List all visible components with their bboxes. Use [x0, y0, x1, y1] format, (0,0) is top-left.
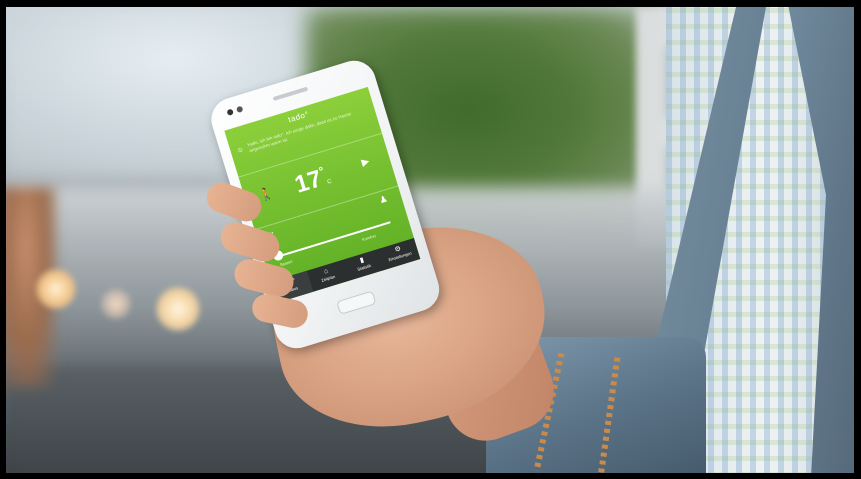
bokeh-light — [156, 287, 200, 331]
temperature-display: 17°C — [292, 162, 334, 199]
temperature-suffix: C — [326, 178, 333, 186]
bokeh-light — [101, 289, 131, 319]
slider-left-label: Sparen — [279, 258, 294, 268]
photo: tado° ☺ Hallo, ich bin tado°. Ich sorge … — [6, 7, 854, 473]
slider-right-label: Komfort — [361, 233, 377, 243]
home-button[interactable] — [336, 290, 377, 315]
image-frame: tado° ☺ Hallo, ich bin tado°. Ich sorge … — [0, 0, 861, 479]
user-icon: ♟ — [378, 193, 389, 206]
info-icon: ☺ — [235, 146, 245, 155]
camera-icon — [226, 108, 234, 116]
bokeh-light — [36, 269, 76, 309]
play-icon[interactable]: ▶ — [360, 156, 371, 169]
sensor-icon — [235, 105, 244, 114]
speaker-grille — [272, 86, 309, 102]
